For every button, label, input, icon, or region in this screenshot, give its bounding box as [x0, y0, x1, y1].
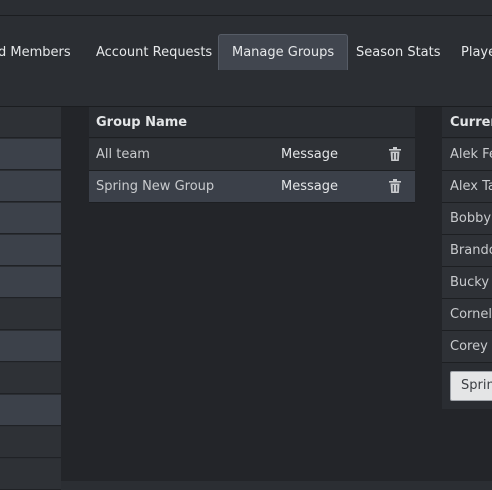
current-header: Curren	[442, 107, 492, 138]
list-item[interactable]	[0, 331, 61, 362]
member-row[interactable]: Corey C	[442, 331, 492, 363]
top-bar	[0, 0, 492, 16]
message-link[interactable]: Message	[281, 139, 338, 171]
list-item[interactable]	[0, 107, 61, 138]
member-row[interactable]: Alek Fe	[442, 139, 492, 171]
trash-icon[interactable]	[389, 179, 401, 193]
list-item[interactable]	[0, 203, 61, 234]
member-row[interactable]: Bobby	[442, 203, 492, 235]
list-item[interactable]	[0, 459, 61, 490]
list-item[interactable]	[0, 171, 61, 202]
member-row[interactable]: Alex Ta	[442, 171, 492, 203]
member-row[interactable]: Bucky F	[442, 267, 492, 299]
tab-players[interactable]: Playe	[461, 35, 492, 70]
table-row[interactable]: Spring New Group Message	[89, 171, 415, 203]
tab-season-stats[interactable]: Season Stats	[356, 35, 441, 70]
list-item[interactable]	[0, 235, 61, 266]
message-link[interactable]: Message	[281, 171, 338, 203]
list-item[interactable]	[0, 299, 61, 330]
list-item[interactable]	[0, 427, 61, 458]
member-row[interactable]: Brando	[442, 235, 492, 267]
spring-group-button[interactable]: Sprin	[450, 371, 492, 401]
group-name: Spring New Group	[96, 179, 215, 194]
tab-manage-groups[interactable]: Manage Groups	[218, 34, 349, 70]
groups-header: Group Name	[89, 107, 415, 138]
tab-members[interactable]: d Members	[0, 35, 71, 70]
tab-bar: d Members Account Requests Manage Groups…	[0, 16, 492, 107]
list-item[interactable]	[0, 139, 61, 170]
current-members-panel: Curren Alek Fe Alex Ta Bobby Brando Buck…	[442, 107, 492, 409]
main-content: Group Name All team Message Spring New G…	[0, 107, 492, 490]
list-item[interactable]	[0, 267, 61, 298]
groups-table: Group Name All team Message Spring New G…	[89, 107, 415, 203]
list-item[interactable]	[0, 363, 61, 394]
trash-icon[interactable]	[389, 147, 401, 161]
list-item[interactable]	[0, 395, 61, 426]
member-row[interactable]: Cornell	[442, 299, 492, 331]
group-name: All team	[96, 147, 150, 162]
table-row[interactable]: All team Message	[89, 139, 415, 171]
left-list	[0, 107, 61, 490]
tab-account-requests[interactable]: Account Requests	[96, 35, 212, 70]
